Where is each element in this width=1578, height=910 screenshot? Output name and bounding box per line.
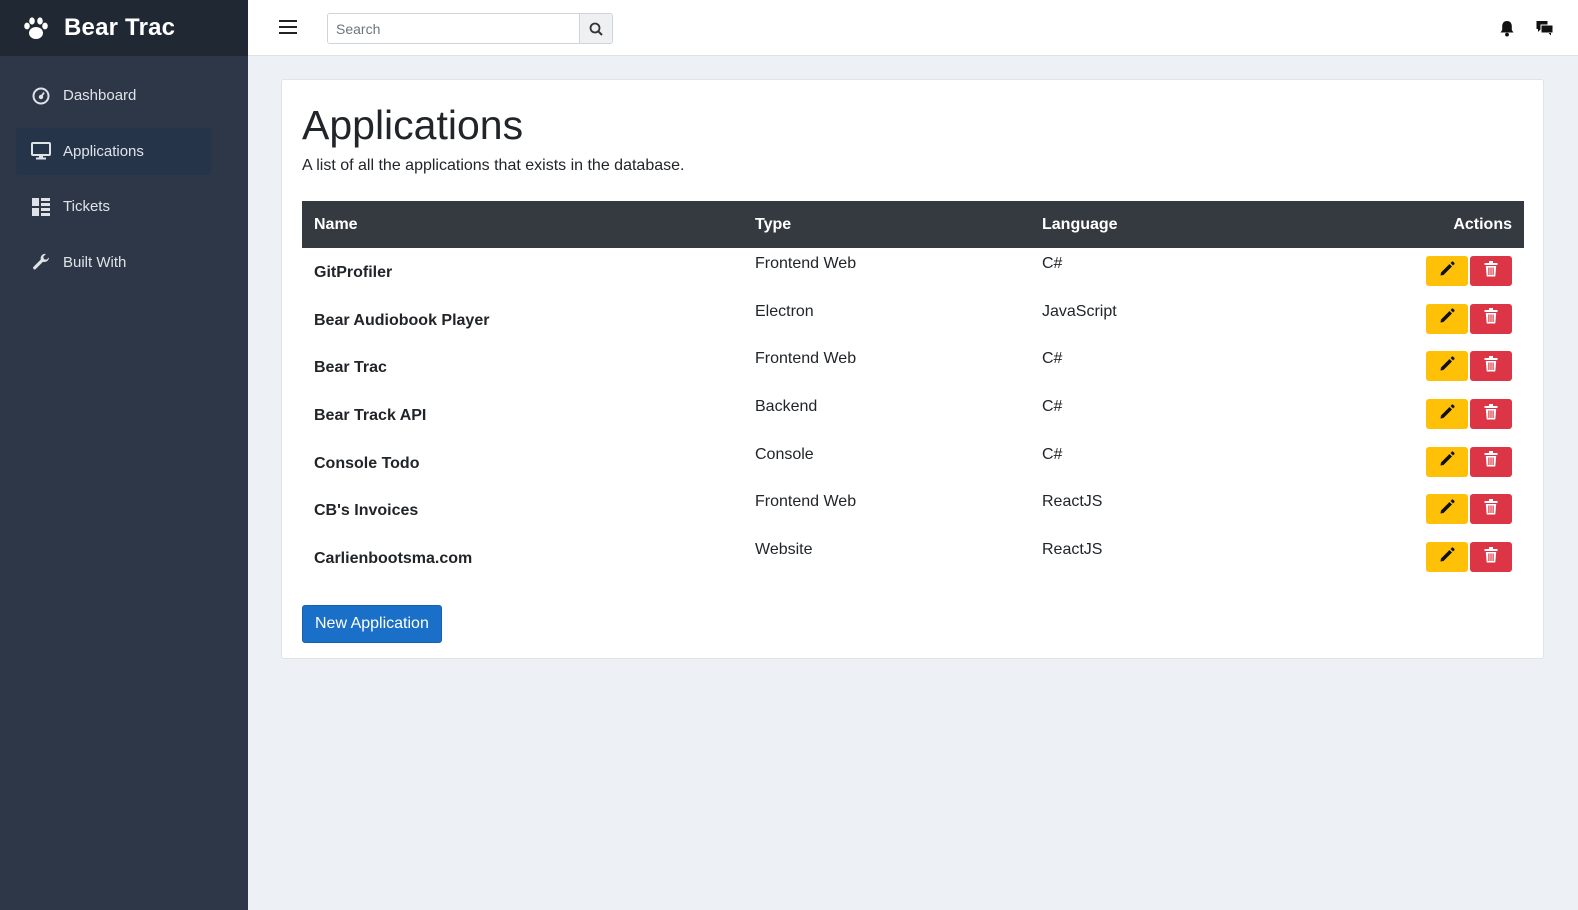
delete-button[interactable] [1470,303,1512,334]
delete-button[interactable] [1470,351,1512,382]
page-description: A list of all the applications that exis… [302,157,685,174]
pencil-icon [1439,499,1455,520]
edit-button[interactable] [1426,256,1468,286]
trash-icon [1484,260,1498,282]
edit-button[interactable] [1426,494,1468,525]
app-name-cell: Bear Track API [314,407,427,425]
delete-button[interactable] [1470,399,1512,430]
search-icon [589,22,603,36]
actions-cell [1330,248,1524,296]
table-row[interactable]: Bear Trac Frontend Web C# [302,343,1524,391]
table-row[interactable]: Console Todo Console C# [302,439,1524,487]
edit-button[interactable] [1426,446,1468,477]
app-name-cell: Bear Trac [314,359,387,377]
delete-button[interactable] [1470,256,1512,286]
app-type-cell: Backend [755,398,818,416]
wrench-icon [31,252,51,272]
app-type-cell: Frontend Web [755,350,857,368]
app-type-cell: Frontend Web [755,255,857,272]
app-name-cell: Bear Audiobook Player [314,311,490,329]
trash-icon [1484,546,1498,568]
app-name-cell: Carlienbootsma.com [314,550,473,568]
column-header-type[interactable]: Type [743,201,1030,248]
table-row[interactable]: CB's Invoices Frontend Web ReactJS [302,486,1524,534]
sidebar: Bear Trac Dashboard Applications Tickets… [0,0,248,910]
actions-cell [1330,296,1524,344]
search-input[interactable] [328,14,579,43]
bell-icon[interactable] [1498,19,1516,37]
table-row[interactable]: Bear Audiobook Player Electron JavaScript [302,296,1524,344]
pencil-icon [1439,356,1455,377]
app-type-cell: Electron [755,302,814,320]
sidebar-item-applications[interactable]: Applications [16,127,211,175]
sidebar-item-label: Built With [63,253,127,271]
delete-button[interactable] [1470,542,1512,573]
table-row[interactable]: GitProfiler Frontend Web C# [302,248,1524,296]
pencil-icon [1439,451,1455,472]
table-row[interactable]: Carlienbootsma.com Website ReactJS [302,534,1524,582]
pencil-icon [1439,403,1455,425]
monitor-icon [31,141,51,161]
app-language-cell: C# [1042,398,1063,416]
trash-icon [1484,403,1498,425]
applications-table: Name Type Language Actions GitProfiler Fr… [302,201,1524,582]
app-name-cell: GitProfiler [314,264,393,281]
trash-icon [1484,451,1498,472]
new-application-button[interactable]: New Application [302,604,442,643]
actions-cell [1330,391,1524,439]
pencil-icon [1439,308,1455,329]
paw-icon [24,17,48,39]
pencil-icon [1439,260,1455,282]
delete-button[interactable] [1470,494,1512,525]
top-icons [1498,19,1554,37]
actions-cell [1330,534,1524,582]
app-language-cell: C# [1042,445,1063,463]
app-type-cell: Console [755,445,814,463]
brand-name: Bear Trac [64,14,176,41]
trash-icon [1484,308,1498,329]
sidebar-item-dashboard[interactable]: Dashboard [16,72,232,119]
dashboard-icon [31,86,51,106]
applications-card: Applications A list of all the applicati… [281,79,1544,659]
app-language-cell: JavaScript [1042,302,1117,320]
search-button[interactable] [579,14,612,43]
menu-icon[interactable] [279,20,297,34]
sidebar-item-tickets[interactable]: Tickets [16,183,232,230]
app-type-cell: Frontend Web [755,493,857,511]
pencil-icon [1439,547,1455,568]
trash-icon [1484,498,1498,520]
column-header-name[interactable]: Name [302,201,743,248]
sidebar-item-label: Dashboard [63,87,137,104]
edit-button[interactable] [1426,303,1468,334]
app-language-cell: C# [1042,350,1063,368]
app-type-cell: Website [755,541,813,559]
app-language-cell: ReactJS [1042,541,1103,559]
search-bar [327,13,613,44]
edit-button[interactable] [1426,542,1468,573]
brand[interactable]: Bear Trac [0,0,248,56]
app-name-cell: Console Todo [314,454,420,472]
app-name-cell: CB's Invoices [314,502,419,520]
page-title: Applications [302,102,524,148]
column-header-language[interactable]: Language [1030,201,1330,248]
sidebar-item-built-with[interactable]: Built With [16,239,232,286]
column-header-actions: Actions [1453,215,1512,233]
table-row[interactable]: Bear Track API Backend C# [302,391,1524,439]
messages-icon[interactable] [1536,19,1554,37]
delete-button[interactable] [1470,446,1512,477]
app-language-cell: ReactJS [1042,493,1103,511]
actions-cell [1330,486,1524,534]
sidebar-nav: Dashboard Applications Tickets Built Wit… [0,56,248,286]
table-header-row: Name Type Language Actions [302,201,1524,248]
tickets-icon [31,197,51,217]
trash-icon [1484,355,1498,377]
edit-button[interactable] [1426,399,1468,430]
sidebar-item-label: Tickets [63,198,110,215]
edit-button[interactable] [1426,351,1468,382]
sidebar-item-label: Applications [63,142,144,160]
app-language-cell: C# [1042,255,1063,272]
actions-cell [1330,343,1524,391]
actions-cell [1330,439,1524,487]
topbar [248,0,1578,56]
